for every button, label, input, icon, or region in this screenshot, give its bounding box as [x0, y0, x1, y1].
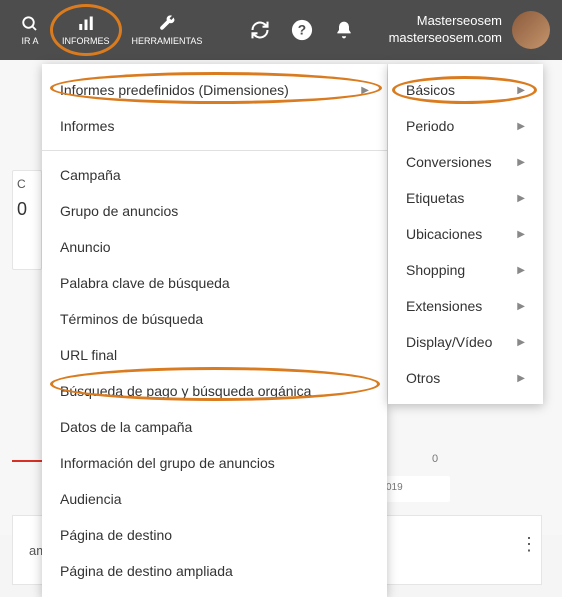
user-domain: masterseosem.com — [389, 30, 502, 47]
submenu-otros[interactable]: Otros▶ — [388, 360, 543, 396]
submenu-etiquetas[interactable]: Etiquetas▶ — [388, 180, 543, 216]
reports-nav[interactable]: INFORMES — [54, 8, 118, 52]
menu-informes-label: Informes — [60, 118, 114, 134]
metric-letter: C — [17, 177, 37, 191]
menu-item-palabra-clave[interactable]: Palabra clave de búsqueda — [42, 265, 387, 301]
menu-predefined-label: Informes predefinidos (Dimensiones) — [60, 82, 289, 98]
reports-submenu: Básicos▶ Periodo▶ Conversiones▶ Etiqueta… — [388, 64, 543, 404]
menu-predefined-reports[interactable]: Informes predefinidos (Dimensiones) ▶ — [42, 72, 387, 108]
submenu-conversiones[interactable]: Conversiones▶ — [388, 144, 543, 180]
chevron-right-icon: ▶ — [517, 85, 525, 96]
metric-value: 0 — [17, 199, 37, 220]
help-button[interactable]: ? — [284, 12, 320, 48]
menu-item-pagina-destino[interactable]: Página de destino — [42, 517, 387, 553]
submenu-extensiones[interactable]: Extensiones▶ — [388, 288, 543, 324]
chart-date-fragment: 019 — [380, 476, 450, 502]
metric-card-fragment: C 0 — [12, 170, 42, 270]
menu-item-terminos-busqueda[interactable]: Términos de búsqueda — [42, 301, 387, 337]
chevron-right-icon: ▶ — [517, 373, 525, 384]
chevron-right-icon: ▶ — [517, 193, 525, 204]
chevron-right-icon: ▶ — [517, 301, 525, 312]
reports-label: INFORMES — [62, 36, 110, 46]
menu-item-grupo-anuncios[interactable]: Grupo de anuncios — [42, 193, 387, 229]
menu-informes[interactable]: Informes — [42, 108, 387, 144]
goto-nav[interactable]: IR A — [12, 8, 48, 52]
goto-label: IR A — [21, 36, 38, 46]
chevron-right-icon: ▶ — [517, 157, 525, 168]
submenu-periodo[interactable]: Periodo▶ — [388, 108, 543, 144]
menu-item-url-final[interactable]: URL final — [42, 337, 387, 373]
menu-item-campana[interactable]: Campaña — [42, 157, 387, 193]
notifications-button[interactable] — [326, 12, 362, 48]
submenu-display-video[interactable]: Display/Vídeo▶ — [388, 324, 543, 360]
reports-menu: Informes predefinidos (Dimensiones) ▶ In… — [42, 64, 387, 597]
menu-item-pagina-destino-ampliada[interactable]: Página de destino ampliada — [42, 553, 387, 589]
user-account[interactable]: Masterseosem masterseosem.com — [389, 11, 550, 49]
menu-item-anuncio[interactable]: Anuncio — [42, 229, 387, 265]
tools-label: HERRAMIENTAS — [132, 36, 203, 46]
submenu-ubicaciones[interactable]: Ubicaciones▶ — [388, 216, 543, 252]
menu-item-busqueda-pago-organica[interactable]: Búsqueda de pago y búsqueda orgánica — [42, 373, 387, 409]
submenu-basicos[interactable]: Básicos▶ — [388, 72, 543, 108]
svg-text:?: ? — [298, 23, 306, 38]
avatar — [512, 11, 550, 49]
menu-separator — [42, 150, 387, 151]
wrench-icon — [157, 14, 177, 34]
user-name: Masterseosem — [389, 13, 502, 30]
refresh-button[interactable] — [242, 12, 278, 48]
menu-item-info-grupo-anuncios[interactable]: Información del grupo de anuncios — [42, 445, 387, 481]
menu-item-datos-campana[interactable]: Datos de la campaña — [42, 409, 387, 445]
search-icon — [20, 14, 40, 34]
chevron-right-icon: ▶ — [517, 337, 525, 348]
chevron-right-icon: ▶ — [517, 121, 525, 132]
barchart-icon — [76, 14, 96, 34]
submenu-shopping[interactable]: Shopping▶ — [388, 252, 543, 288]
more-options-button[interactable]: ⋮ — [520, 534, 538, 555]
menu-item-audiencia[interactable]: Audiencia — [42, 481, 387, 517]
chart-axis-zero: 0 — [432, 453, 438, 465]
chevron-right-icon: ▶ — [361, 85, 369, 96]
chevron-right-icon: ▶ — [517, 265, 525, 276]
tools-nav[interactable]: HERRAMIENTAS — [124, 8, 211, 52]
chevron-right-icon: ▶ — [517, 229, 525, 240]
